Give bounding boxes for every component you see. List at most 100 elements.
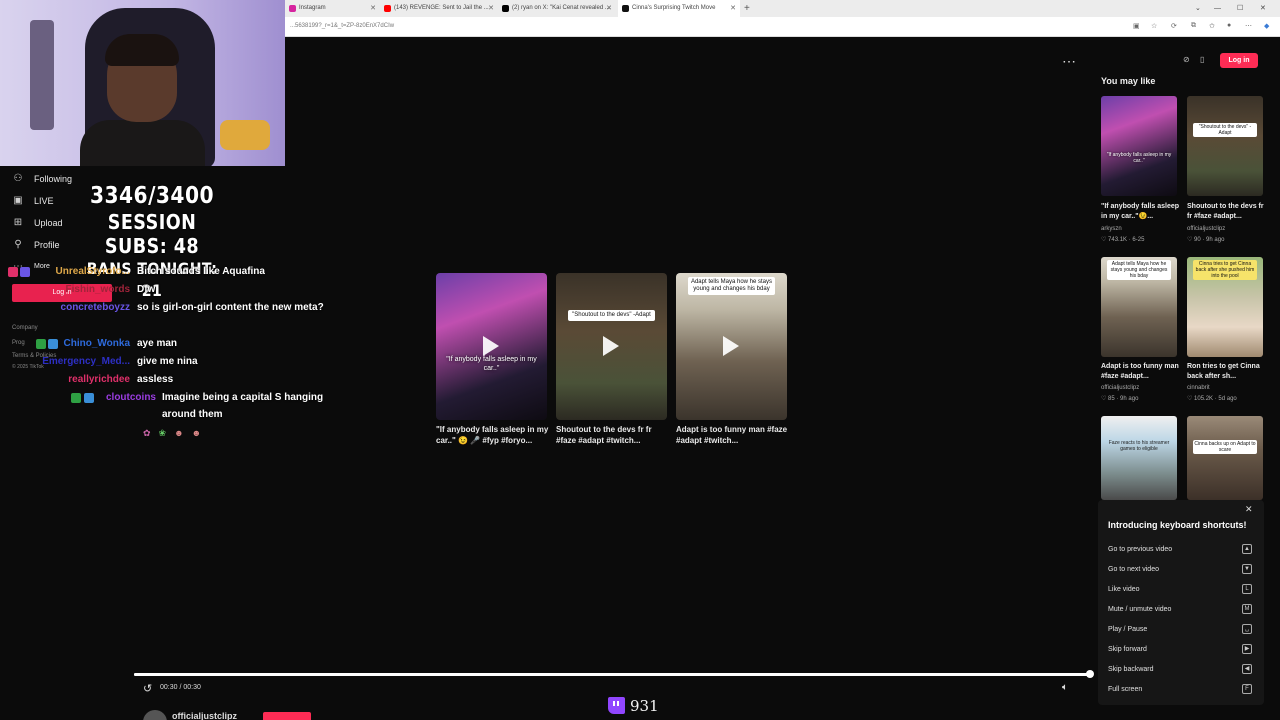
chat-username[interactable]: Emergency_Med... xyxy=(30,353,130,371)
close-icon[interactable]: ✕ xyxy=(606,0,612,17)
m-key-icon: M xyxy=(1242,604,1252,614)
live-icon: ▣ xyxy=(13,195,23,206)
close-icon[interactable]: ✕ xyxy=(730,0,736,17)
device-icon[interactable]: ▯ xyxy=(1200,55,1204,64)
suggested-video-author[interactable]: cinnabrit xyxy=(1187,385,1210,391)
replay-icon[interactable]: ↺ xyxy=(143,682,152,695)
coins-icon[interactable]: ⊘ xyxy=(1183,55,1190,64)
suggested-video-caption[interactable]: Shoutout to the devs fr fr #faze #adapt.… xyxy=(1187,202,1267,222)
play-icon[interactable] xyxy=(483,336,499,356)
suggested-video-thumbnail[interactable]: Adapt tells Maya how he stays young and … xyxy=(1101,257,1177,357)
suggested-video-author[interactable]: arkyszn xyxy=(1101,226,1122,232)
profile-icon[interactable]: ● xyxy=(1227,22,1231,29)
suggested-video-caption[interactable]: Ron tries to get Cinna back after sh... xyxy=(1187,362,1267,382)
window-close-icon[interactable]: ✕ xyxy=(1260,0,1266,17)
chat-username[interactable]: UnrealStyrofo... xyxy=(30,263,130,281)
nav-live[interactable]: ▣ LIVE xyxy=(12,195,53,206)
webcam-feed xyxy=(0,0,285,166)
suggested-video-thumbnail[interactable]: Cinna tries to get Cinna back after she … xyxy=(1187,257,1263,357)
suggested-video-meta: ♡ 85 · 9h ago xyxy=(1101,396,1139,402)
volume-icon[interactable]: 🔈︎ xyxy=(1062,682,1068,693)
suggested-video-thumbnail[interactable]: Faze reacts to his streamer games to eli… xyxy=(1101,416,1177,500)
play-icon[interactable] xyxy=(603,336,619,356)
chat-username[interactable]: Chino_Wonka xyxy=(30,335,130,353)
avatar[interactable] xyxy=(143,710,167,720)
sync-icon[interactable]: ⟳ xyxy=(1171,22,1177,30)
chat-emotes: ✿ ❀ ☻ ☻ xyxy=(143,428,201,439)
video-thumbnail[interactable]: "Shoutout to the devs" -Adapt xyxy=(556,273,667,420)
footer-program[interactable]: Prog xyxy=(12,340,25,346)
suggested-video-thumbnail[interactable]: Cinna backs up on Adapt to scare xyxy=(1187,416,1263,500)
bookmark-star-icon[interactable]: ☆ xyxy=(1151,22,1157,30)
chat-username[interactable]: cloutcoins xyxy=(56,389,156,407)
chat-username[interactable]: Fishin_words xyxy=(30,281,130,299)
shortcut-row: Play / Pause ␣ xyxy=(1108,624,1258,634)
favorites-icon[interactable]: ✩ xyxy=(1209,22,1215,30)
new-tab-button[interactable]: + xyxy=(744,0,750,17)
upload-icon: ⊞ xyxy=(13,217,23,228)
tab-search-icon[interactable]: ⌄ xyxy=(1195,0,1201,17)
progress-fill xyxy=(134,673,1090,676)
tab-tiktok[interactable]: Cinna's Surprising Twitch Move ✕ xyxy=(618,0,740,17)
nav-profile[interactable]: ⚲ Profile xyxy=(12,239,59,250)
video-title[interactable]: Adapt is too funny man #faze #adapt #twi… xyxy=(676,424,791,446)
suggested-video-author[interactable]: officialjustclipz xyxy=(1101,385,1139,391)
video-title[interactable]: Shoutout to the devs fr fr #faze #adapt … xyxy=(556,424,671,446)
arrow-up-key-icon: ▲ xyxy=(1242,544,1252,554)
emote-icon: ☻ xyxy=(174,428,184,438)
space-key-icon: ␣ xyxy=(1242,624,1252,634)
progress-handle[interactable] xyxy=(1086,670,1094,678)
nav-following[interactable]: ⚇ Following xyxy=(12,173,73,184)
play-icon[interactable] xyxy=(723,336,739,356)
arrow-down-key-icon: ▼ xyxy=(1242,564,1252,574)
split-screen-icon[interactable]: ⧉ xyxy=(1191,22,1196,30)
l-key-icon: L xyxy=(1242,584,1252,594)
footer-company[interactable]: Company xyxy=(12,325,38,331)
video-thumbnail[interactable]: "If anybody falls asleep in my car.." xyxy=(436,273,547,420)
extension-icon[interactable]: ▣ xyxy=(1133,22,1140,30)
maximize-icon[interactable]: ☐ xyxy=(1237,0,1243,17)
chat-message: so is girl-on-girl content the new meta? xyxy=(137,302,324,313)
close-icon[interactable]: ✕ xyxy=(370,0,376,17)
tab-youtube[interactable]: (143) REVENGE: Sent to Jail the ... ✕ xyxy=(380,0,498,17)
mod-badge-icon xyxy=(20,267,30,277)
follow-button[interactable] xyxy=(263,712,311,720)
emote-icon: ✿ xyxy=(143,428,151,438)
tab-x[interactable]: (2) ryan on X: "Kai Cenat revealed ... ✕ xyxy=(498,0,616,17)
suggested-video-author[interactable]: officialjustclipz xyxy=(1187,226,1225,232)
close-icon[interactable]: ✕ xyxy=(1245,504,1253,515)
chat-username[interactable]: concreteboyzz xyxy=(30,299,130,317)
profile-icon: ⚲ xyxy=(14,239,22,250)
youtube-icon xyxy=(384,5,391,12)
video-title[interactable]: "If anybody falls asleep in my car.." 😉 … xyxy=(436,424,551,446)
video-thumbnail[interactable]: Adapt tells Maya how he stays young and … xyxy=(676,273,787,420)
close-icon[interactable]: ✕ xyxy=(488,0,494,17)
copilot-icon[interactable]: ◆ xyxy=(1264,22,1269,30)
shortcut-row: Skip backward ◀ xyxy=(1108,664,1258,674)
tab-instagram[interactable]: Instagram ✕ xyxy=(285,0,380,17)
more-options-icon[interactable]: ⋯ xyxy=(1062,53,1076,70)
minimize-icon[interactable]: — xyxy=(1214,0,1221,17)
video-author[interactable]: officialjustclipz xyxy=(172,711,237,720)
suggested-video-caption[interactable]: Adapt is too funny man #faze #adapt... xyxy=(1101,362,1181,382)
suggested-video-meta: ♡ 90 · 9h ago xyxy=(1187,237,1225,243)
chat-username[interactable]: reallyrichdee xyxy=(30,371,130,389)
shortcut-row: Full screen F xyxy=(1108,684,1258,694)
url-text: ...5638199?_r=1&_t=ZP-8z0EnX7dCIw xyxy=(290,23,395,29)
chat-message: Bitch sounds like Aquafina xyxy=(137,266,265,277)
chat-message: aye man xyxy=(137,338,178,349)
emote-icon: ☻ xyxy=(191,428,202,438)
shortcut-row: Mute / unmute video M xyxy=(1108,604,1258,614)
f-key-icon: F xyxy=(1242,684,1252,694)
suggested-video-thumbnail[interactable]: "If anybody falls asleep in my car.." xyxy=(1101,96,1177,196)
person-icon: ⚇ xyxy=(13,173,23,184)
video-progress-bar[interactable] xyxy=(134,673,1090,676)
nav-upload[interactable]: ⊞ Upload xyxy=(12,217,63,228)
chat-message: Dfw xyxy=(137,284,156,295)
instagram-icon xyxy=(289,5,296,12)
suggested-video-thumbnail[interactable]: "Shoutout to the devs" -Adapt xyxy=(1187,96,1263,196)
suggested-video-caption[interactable]: "If anybody falls asleep in my car.."😉..… xyxy=(1101,202,1181,222)
login-button[interactable]: Log in xyxy=(1220,53,1258,68)
menu-dots-icon[interactable]: ⋯ xyxy=(1245,22,1252,30)
suggested-video-meta: ♡ 105.2K · 5d ago xyxy=(1187,396,1237,402)
